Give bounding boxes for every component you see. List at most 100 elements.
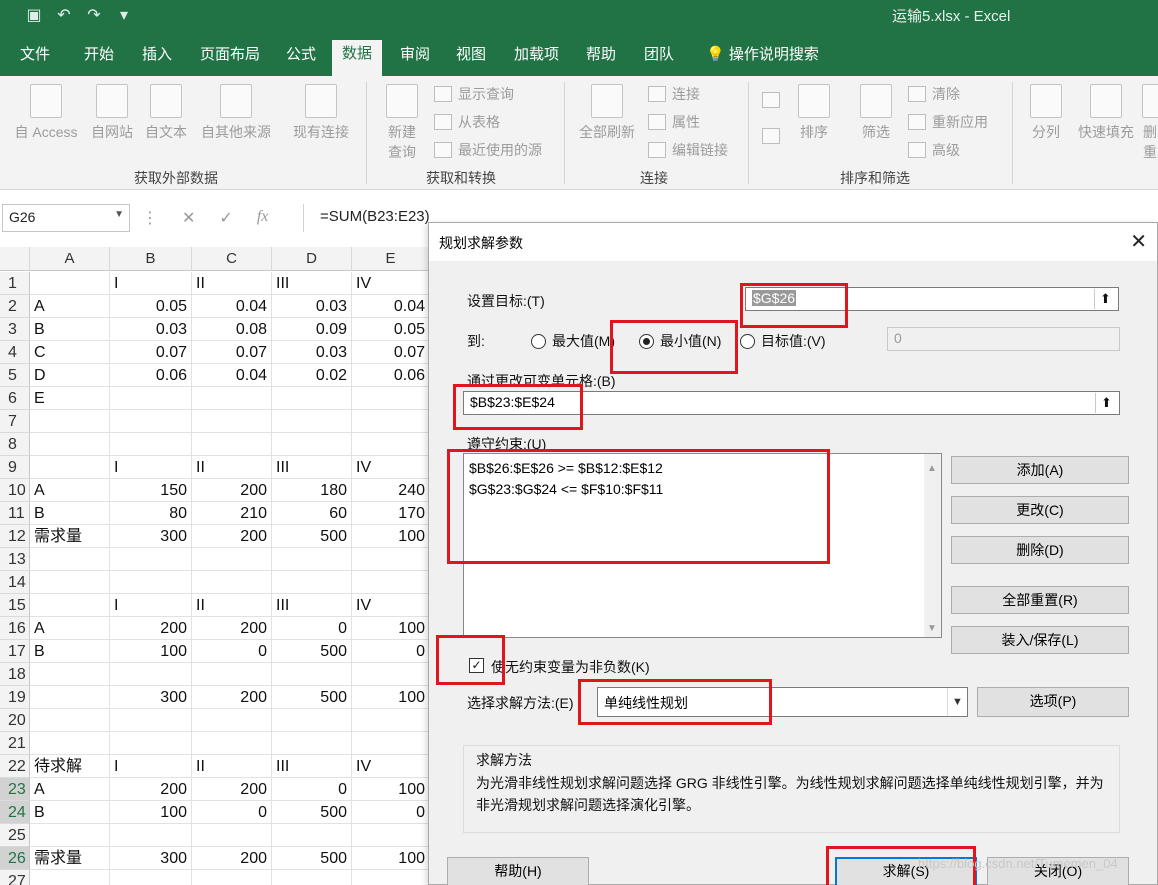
existing-connections-button[interactable]: 现有连接: [286, 84, 356, 142]
table-cell[interactable]: A: [30, 778, 110, 801]
row-header[interactable]: 9: [0, 456, 30, 479]
row-header[interactable]: 17: [0, 640, 30, 663]
table-cell[interactable]: I: [110, 594, 192, 617]
table-cell[interactable]: [30, 410, 110, 433]
table-cell[interactable]: 200: [192, 847, 272, 870]
table-cell[interactable]: I: [110, 456, 192, 479]
from-text-button[interactable]: 自文本: [140, 84, 192, 142]
constraints-scrollbar[interactable]: ▲ ▼: [924, 454, 941, 637]
list-item[interactable]: $G$23:$G$24 <= $F$10:$F$11: [469, 479, 936, 500]
add-constraint-button[interactable]: 添加(A): [951, 456, 1129, 484]
row-header[interactable]: 26: [0, 847, 30, 870]
table-cell[interactable]: III: [272, 594, 352, 617]
table-cell[interactable]: 200: [192, 778, 272, 801]
table-cell[interactable]: 待求解: [30, 755, 110, 778]
row-header[interactable]: 6: [0, 387, 30, 410]
collapse-dialog-icon[interactable]: ⬆: [1095, 393, 1117, 413]
table-cell[interactable]: II: [192, 594, 272, 617]
tab-view[interactable]: 视图: [446, 44, 496, 76]
objective-field[interactable]: $G$26 ⬆: [745, 287, 1119, 311]
table-cell[interactable]: [352, 571, 430, 594]
table-cell[interactable]: B: [30, 502, 110, 525]
table-cell[interactable]: 180: [272, 479, 352, 502]
table-cell[interactable]: 需求量: [30, 525, 110, 548]
row-header[interactable]: 7: [0, 410, 30, 433]
table-cell[interactable]: III: [272, 272, 352, 295]
table-cell[interactable]: [30, 571, 110, 594]
table-cell[interactable]: [110, 571, 192, 594]
radio-max[interactable]: 最大值(M): [531, 331, 615, 351]
column-header-d[interactable]: D: [272, 247, 352, 271]
row-header[interactable]: 14: [0, 571, 30, 594]
table-cell[interactable]: II: [192, 272, 272, 295]
tab-team[interactable]: 团队: [634, 44, 684, 76]
table-cell[interactable]: 0.08: [192, 318, 272, 341]
table-cell[interactable]: 80: [110, 502, 192, 525]
table-cell[interactable]: [192, 433, 272, 456]
table-cell[interactable]: 0: [192, 640, 272, 663]
table-cell[interactable]: [352, 663, 430, 686]
remove-duplicates-button[interactable]: 删 重: [1142, 84, 1158, 162]
table-cell[interactable]: 200: [110, 778, 192, 801]
row-header[interactable]: 15: [0, 594, 30, 617]
table-cell[interactable]: A: [30, 617, 110, 640]
table-cell[interactable]: [110, 824, 192, 847]
table-cell[interactable]: [30, 663, 110, 686]
table-cell[interactable]: [110, 870, 192, 885]
table-cell[interactable]: 0.03: [272, 341, 352, 364]
table-cell[interactable]: [30, 686, 110, 709]
row-header[interactable]: 23: [0, 778, 30, 801]
table-cell[interactable]: 300: [110, 686, 192, 709]
table-cell[interactable]: 0.07: [192, 341, 272, 364]
table-cell[interactable]: 100: [110, 801, 192, 824]
reapply-button[interactable]: 重新应用: [908, 112, 988, 132]
table-cell[interactable]: [352, 870, 430, 885]
table-cell[interactable]: [110, 732, 192, 755]
table-cell[interactable]: [110, 433, 192, 456]
table-cell[interactable]: [110, 387, 192, 410]
table-cell[interactable]: [192, 548, 272, 571]
table-cell[interactable]: 210: [192, 502, 272, 525]
table-cell[interactable]: 0: [352, 640, 430, 663]
table-cell[interactable]: 170: [352, 502, 430, 525]
table-cell[interactable]: D: [30, 364, 110, 387]
radio-min[interactable]: 最小值(N): [639, 331, 721, 351]
row-header[interactable]: 20: [0, 709, 30, 732]
constraints-list[interactable]: $B$26:$E$26 >= $B$12:$E$12 $G$23:$G$24 <…: [463, 453, 942, 638]
table-cell[interactable]: [192, 824, 272, 847]
load-save-button[interactable]: 装入/保存(L): [951, 626, 1129, 654]
row-header[interactable]: 10: [0, 479, 30, 502]
table-cell[interactable]: 0.06: [110, 364, 192, 387]
show-queries-button[interactable]: 显示查询: [434, 84, 514, 104]
row-header[interactable]: 4: [0, 341, 30, 364]
table-cell[interactable]: [272, 410, 352, 433]
table-cell[interactable]: 0.04: [192, 295, 272, 318]
scroll-up-icon[interactable]: ▲: [927, 458, 937, 479]
solving-method-select[interactable]: 单纯线性规划 ▼: [597, 687, 968, 717]
row-header[interactable]: 21: [0, 732, 30, 755]
table-cell[interactable]: [192, 709, 272, 732]
save-icon[interactable]: ▣: [22, 6, 46, 26]
table-cell[interactable]: [30, 824, 110, 847]
name-box[interactable]: G26 ▼: [2, 204, 130, 232]
table-cell[interactable]: [352, 433, 430, 456]
table-cell[interactable]: [30, 594, 110, 617]
options-button[interactable]: 选项(P): [977, 687, 1129, 717]
row-header[interactable]: 5: [0, 364, 30, 387]
enter-icon[interactable]: ✓: [219, 208, 232, 228]
new-query-button[interactable]: 新建 查询: [376, 84, 428, 162]
table-cell[interactable]: [272, 824, 352, 847]
table-cell[interactable]: [192, 663, 272, 686]
table-cell[interactable]: III: [272, 456, 352, 479]
edit-links-button[interactable]: 编辑链接: [648, 140, 728, 160]
nonnegative-checkbox[interactable]: ✓: [469, 658, 484, 673]
chevron-down-icon[interactable]: ▼: [114, 209, 124, 220]
table-cell[interactable]: [272, 870, 352, 885]
row-header[interactable]: 27: [0, 870, 30, 885]
table-cell[interactable]: [30, 272, 110, 295]
table-cell[interactable]: [352, 824, 430, 847]
table-cell[interactable]: [352, 709, 430, 732]
table-cell[interactable]: B: [30, 318, 110, 341]
table-cell[interactable]: 240: [352, 479, 430, 502]
table-cell[interactable]: [30, 433, 110, 456]
